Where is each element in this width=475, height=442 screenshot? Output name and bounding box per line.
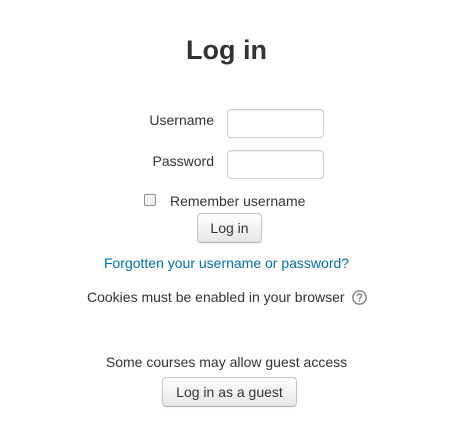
login-button[interactable]: Log in [197,213,262,243]
guest-access-notice: Some courses may allow guest access [105,354,348,370]
page-title: Log in [186,35,267,65]
question-circle-icon[interactable] [352,290,368,305]
remember-username-label[interactable]: Remember username [170,192,305,210]
question-circle-icon-svg [352,290,368,305]
password-input[interactable] [227,150,324,179]
username-input[interactable] [227,109,324,138]
password-label: Password [152,153,214,169]
forgot-password-link[interactable]: Forgotten your username or password? [0,254,453,272]
cookies-notice-text: Cookies must be enabled in your browser [87,289,345,305]
username-label: Username [149,112,214,128]
login-as-guest-button[interactable]: Log in as a guest [162,377,297,407]
cookies-notice: Cookies must be enabled in your browser [87,288,368,306]
remember-username-checkbox[interactable] [144,194,156,206]
